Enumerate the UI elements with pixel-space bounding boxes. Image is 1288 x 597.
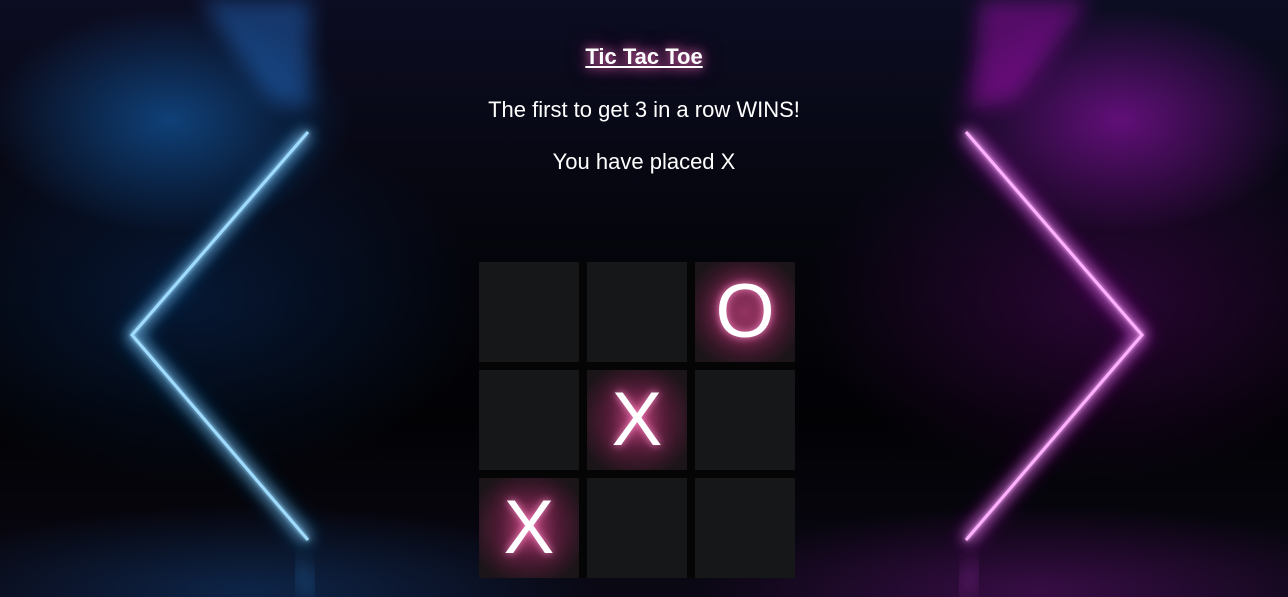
board-cell-4[interactable] xyxy=(479,370,579,470)
game-board: O X X xyxy=(479,262,795,578)
right-neon-chevron-glow xyxy=(962,128,1149,544)
left-reflection xyxy=(297,559,313,597)
board-cell-9[interactable] xyxy=(695,478,795,578)
board-cell-8[interactable] xyxy=(587,478,687,578)
board-cell-2[interactable] xyxy=(587,262,687,362)
board-cell-3[interactable]: O xyxy=(695,262,795,362)
status-text: You have placed X xyxy=(552,149,736,174)
rules-text: The first to get 3 in a row WINS! xyxy=(488,97,800,122)
right-neon-chevron xyxy=(964,131,1144,541)
board-cell-5[interactable]: X xyxy=(587,370,687,470)
left-neon-chevron-glow xyxy=(125,128,312,544)
page-title: Tic Tac Toe xyxy=(585,44,703,69)
right-reflection xyxy=(961,559,977,597)
left-neon-chevron xyxy=(130,131,310,541)
board-cell-6[interactable] xyxy=(695,370,795,470)
board-cell-1[interactable] xyxy=(479,262,579,362)
board-cell-7[interactable]: X xyxy=(479,478,579,578)
game-screen: Tic Tac Toe The first to get 3 in a row … xyxy=(0,0,1288,597)
